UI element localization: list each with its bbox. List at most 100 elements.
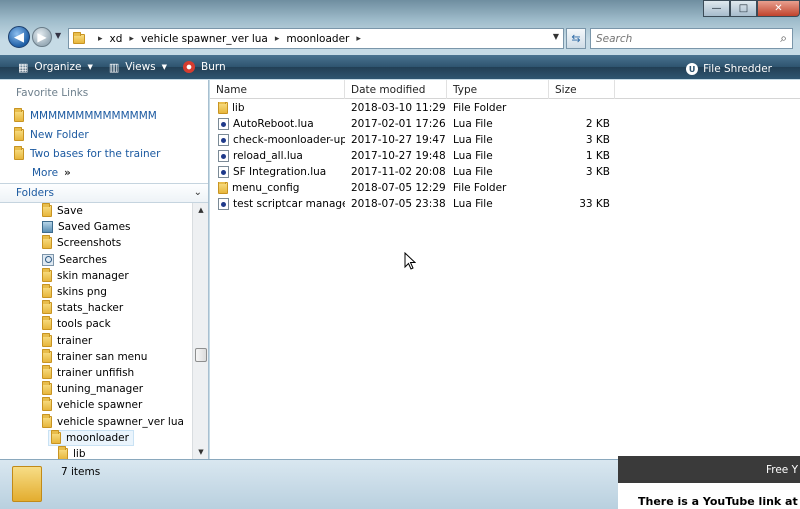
file-list-pane: Name Date modified Type Size lib 2018-03-… bbox=[210, 80, 800, 459]
organize-button[interactable]: ▦ Organize ▼ bbox=[0, 56, 101, 78]
search-input[interactable] bbox=[596, 32, 766, 45]
file-row[interactable]: reload_all.lua 2017-10-27 19:48 Lua File 1 … bbox=[210, 148, 800, 164]
folder-tree-scrollbar[interactable]: ▲ ▼ bbox=[192, 203, 208, 459]
recent-pages-button[interactable]: ▼ bbox=[55, 31, 61, 40]
tree-item[interactable]: trainer unfifish bbox=[0, 364, 191, 381]
breadcrumb-separator-icon: ▸ bbox=[274, 33, 280, 44]
tree-item[interactable]: tuning_manager bbox=[0, 381, 191, 397]
file-type: File Folder bbox=[453, 102, 507, 114]
breadcrumb-item-xd[interactable]: xd bbox=[110, 33, 123, 45]
file-date: 2018-07-05 12:29 bbox=[351, 182, 446, 194]
folder-icon bbox=[42, 284, 52, 299]
tree-item[interactable]: Searches bbox=[0, 252, 191, 268]
column-header-size[interactable]: Size bbox=[549, 80, 615, 99]
tree-item[interactable]: Saved Games bbox=[0, 219, 191, 235]
folder-icon bbox=[218, 182, 228, 194]
column-header-date[interactable]: Date modified bbox=[345, 80, 447, 99]
breadcrumb-item-moonloader[interactable]: moonloader bbox=[286, 33, 349, 45]
minimize-button[interactable]: — bbox=[703, 0, 730, 17]
folder-icon bbox=[58, 445, 68, 459]
chevron-down-icon: ▼ bbox=[87, 63, 93, 71]
tree-item[interactable]: stats_hacker bbox=[0, 300, 191, 316]
tree-item[interactable]: vehicle spawner_ver lua bbox=[0, 413, 191, 429]
scroll-down-icon[interactable]: ▼ bbox=[193, 445, 209, 459]
breadcrumb-separator-icon: ▸ bbox=[356, 33, 361, 44]
folders-heading: Folders bbox=[16, 187, 54, 199]
file-type: Lua File bbox=[453, 166, 493, 178]
lua-file-icon bbox=[218, 150, 229, 162]
favorite-link[interactable]: New Folder bbox=[0, 125, 208, 144]
scrollbar-thumb[interactable] bbox=[195, 348, 207, 362]
folder-icon bbox=[42, 316, 52, 331]
saved-games-icon bbox=[42, 221, 53, 234]
file-row[interactable]: lib 2018-03-10 11:29 File Folder bbox=[210, 100, 800, 116]
file-size: 1 KB bbox=[585, 150, 610, 162]
folder-icon bbox=[42, 381, 52, 396]
folder-icon bbox=[14, 107, 24, 122]
address-bar[interactable]: ▸ xd ▸ vehicle spawner_ver lua ▸ moonloa… bbox=[68, 28, 564, 49]
tree-item[interactable]: skin manager bbox=[0, 267, 191, 284]
file-size: 3 KB bbox=[585, 134, 610, 146]
tree-item[interactable]: skins png bbox=[0, 284, 191, 300]
open-folder-icon bbox=[51, 429, 61, 444]
burn-button[interactable]: Burn bbox=[175, 56, 234, 78]
views-button[interactable]: ▥ Views ▼ bbox=[101, 56, 175, 78]
column-header-type[interactable]: Type bbox=[447, 80, 549, 99]
item-count: 7 items bbox=[61, 466, 101, 478]
breadcrumb-separator-icon: ▸ bbox=[129, 33, 134, 44]
file-row[interactable]: test scriptcar manager... 2018-07-05 23:3… bbox=[210, 196, 800, 212]
folder-icon bbox=[42, 413, 52, 428]
refresh-button[interactable]: ⇆ bbox=[566, 28, 586, 49]
forward-button[interactable]: ▶ bbox=[32, 27, 52, 47]
scroll-up-icon[interactable]: ▲ bbox=[193, 203, 209, 217]
file-name: test scriptcar manager... bbox=[233, 198, 345, 210]
folder-icon bbox=[73, 31, 85, 44]
tree-item-label: Save bbox=[57, 205, 83, 218]
search-box: ⌕ bbox=[590, 28, 793, 49]
caption-buttons: — □ ✕ bbox=[703, 0, 800, 18]
tree-item[interactable]: trainer bbox=[0, 332, 191, 349]
folders-header[interactable]: Folders ⌄ bbox=[0, 183, 208, 203]
tree-item-label: stats_hacker bbox=[57, 302, 124, 315]
tree-item[interactable]: tools pack bbox=[0, 316, 191, 332]
tree-item[interactable]: trainer san menu bbox=[0, 348, 191, 365]
tree-item-label: trainer san menu bbox=[57, 350, 148, 363]
tree-item-label: tools pack bbox=[57, 318, 111, 331]
double-chevron-right-icon: » bbox=[64, 166, 71, 179]
tree-item-label: skins png bbox=[57, 286, 107, 299]
chevron-down-icon: ▼ bbox=[55, 31, 62, 40]
burn-label: Burn bbox=[201, 61, 226, 73]
back-button[interactable]: ◀ bbox=[8, 26, 30, 48]
file-row[interactable]: SF Integration.lua 2017-11-02 20:08 Lua Fi… bbox=[210, 164, 800, 180]
folder-icon bbox=[12, 466, 42, 502]
column-header-name[interactable]: Name bbox=[210, 80, 345, 99]
file-shredder-button[interactable]: U File Shredder bbox=[678, 58, 780, 80]
breadcrumb-item-vehicle-spawner[interactable]: vehicle spawner_ver lua bbox=[141, 33, 268, 45]
tree-item-label: trainer bbox=[57, 334, 93, 347]
search-icon[interactable]: ⌕ bbox=[780, 31, 787, 46]
folder-icon bbox=[42, 332, 52, 347]
folder-icon bbox=[42, 235, 52, 250]
column-headers: Name Date modified Type Size bbox=[210, 80, 800, 99]
file-row[interactable]: menu_config 2018-07-05 12:29 File Folder bbox=[210, 180, 800, 196]
file-type: Lua File bbox=[453, 198, 493, 210]
address-dropdown-icon[interactable]: ▼ bbox=[553, 32, 559, 41]
more-links-button[interactable]: More » bbox=[0, 163, 208, 182]
file-row[interactable]: AutoReboot.lua 2017-02-01 17:26 Lua File 2 … bbox=[210, 116, 800, 132]
breadcrumb: ▸ xd ▸ vehicle spawner_ver lua ▸ moonloa… bbox=[91, 33, 368, 45]
favorite-link[interactable]: Two bases for the trainer bbox=[0, 144, 208, 163]
tree-item[interactable]: moonloader bbox=[0, 429, 191, 446]
tree-item[interactable]: Save bbox=[0, 203, 191, 219]
folder-icon bbox=[42, 364, 52, 379]
tree-item[interactable]: lib bbox=[0, 445, 191, 459]
breadcrumb-separator-icon: ▸ bbox=[98, 33, 103, 44]
more-label: More bbox=[32, 166, 59, 179]
file-type: Lua File bbox=[453, 150, 493, 162]
close-button[interactable]: ✕ bbox=[757, 0, 800, 17]
tree-item[interactable]: Screenshots bbox=[0, 235, 191, 251]
favorite-link[interactable]: MMMMMMMMMMMMMM bbox=[0, 106, 208, 125]
favorite-links-heading: Favorite Links bbox=[16, 87, 89, 99]
file-row[interactable]: check-moonloader-up... 2017-10-27 19:47 Lu… bbox=[210, 132, 800, 148]
tree-item[interactable]: vehicle spawner bbox=[0, 397, 191, 413]
maximize-button[interactable]: □ bbox=[730, 0, 757, 17]
